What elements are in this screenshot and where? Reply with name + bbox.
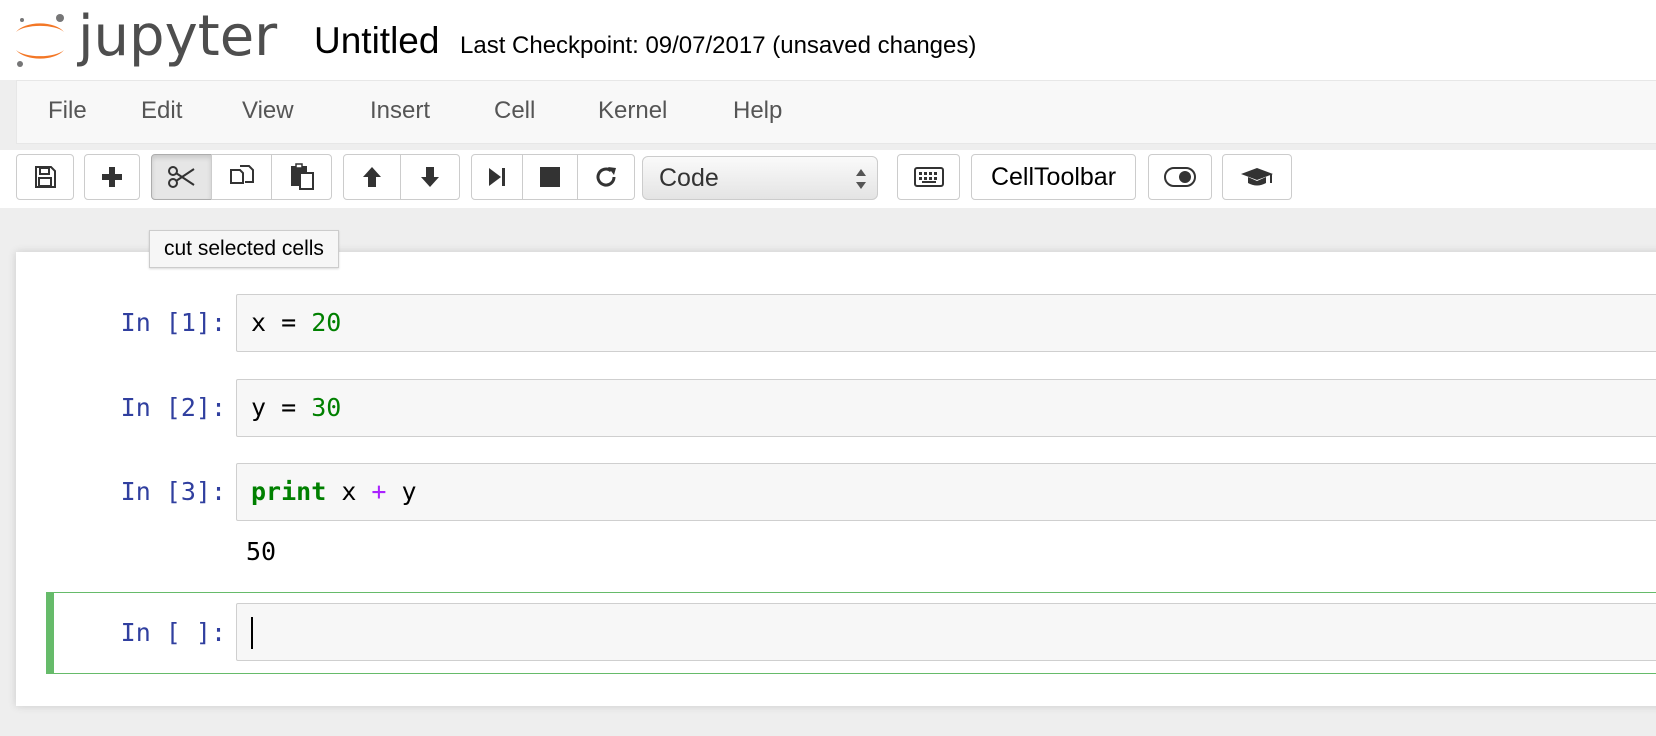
move-up-button[interactable] xyxy=(343,154,401,200)
celltoolbar-button[interactable]: CellToolbar xyxy=(971,154,1136,200)
code-input[interactable]: x = 20 xyxy=(236,294,1656,352)
toolbar: Code CellToolbar xyxy=(0,150,1656,208)
save-button[interactable] xyxy=(16,154,74,200)
jupyter-logo-icon xyxy=(16,14,64,67)
text-cursor xyxy=(251,617,253,649)
stop-icon xyxy=(540,167,560,187)
code-token: x xyxy=(326,477,372,506)
save-icon xyxy=(35,166,56,188)
code-token: 20 xyxy=(311,308,342,337)
step-forward-icon xyxy=(489,168,505,186)
jupyter-logo-text: jupyter xyxy=(78,4,278,69)
menubar: File Edit View Insert Cell Kernel Help xyxy=(16,80,1656,144)
cell-type-select[interactable]: Code xyxy=(642,156,878,200)
menu-edit[interactable]: Edit xyxy=(141,97,182,125)
menu-cell[interactable]: Cell xyxy=(494,97,535,125)
paste-button[interactable] xyxy=(271,154,332,200)
move-down-button[interactable] xyxy=(400,154,460,200)
copy-icon xyxy=(229,165,254,184)
notebook-title[interactable]: Untitled xyxy=(314,20,439,62)
toggle-button[interactable] xyxy=(1148,154,1212,200)
code-token: print xyxy=(251,477,327,506)
code-token: y xyxy=(386,477,417,506)
scissors-icon xyxy=(167,166,195,188)
notebook-header: jupyter Untitled Last Checkpoint: 09/07/… xyxy=(0,0,1656,80)
paste-icon xyxy=(290,163,314,190)
code-token: = xyxy=(266,308,312,337)
input-prompt: In [3]: xyxy=(120,477,226,506)
nbgrader-button[interactable] xyxy=(1222,154,1292,200)
select-arrows-icon xyxy=(856,169,866,189)
cut-button[interactable] xyxy=(151,154,212,200)
restart-kernel-button[interactable] xyxy=(577,154,635,200)
command-palette-button[interactable] xyxy=(897,154,960,200)
code-token: = xyxy=(266,393,312,422)
code-token: x xyxy=(251,308,267,337)
refresh-icon xyxy=(596,167,616,187)
copy-button[interactable] xyxy=(211,154,272,200)
menu-view[interactable]: View xyxy=(242,97,294,125)
code-input-active[interactable] xyxy=(236,603,1656,661)
arrow-up-icon xyxy=(363,167,381,187)
notebook-container: In [1]: x = 20 In [2]: y = 30 In [3]: pr… xyxy=(16,252,1656,706)
cell-output: 50 xyxy=(246,537,277,566)
menu-kernel[interactable]: Kernel xyxy=(598,97,667,125)
plus-icon xyxy=(102,167,122,187)
menu-file[interactable]: File xyxy=(48,97,87,125)
input-prompt: In [1]: xyxy=(120,308,226,337)
toggle-icon xyxy=(1164,167,1196,187)
run-button[interactable] xyxy=(471,154,523,200)
checkpoint-status: Last Checkpoint: 09/07/2017 (unsaved cha… xyxy=(460,32,977,59)
menu-help[interactable]: Help xyxy=(733,97,782,125)
code-token: 30 xyxy=(311,393,342,422)
menu-insert[interactable]: Insert xyxy=(370,97,430,125)
interrupt-kernel-button[interactable] xyxy=(522,154,578,200)
cell-type-value: Code xyxy=(659,164,719,192)
keyboard-icon xyxy=(913,167,944,187)
arrow-down-icon xyxy=(421,167,439,187)
code-token: y xyxy=(251,393,267,422)
code-token: + xyxy=(371,477,387,506)
code-input[interactable]: y = 30 xyxy=(236,379,1656,437)
jupyter-logo[interactable]: jupyter xyxy=(12,4,282,70)
insert-cell-button[interactable] xyxy=(84,154,140,200)
tooltip-cut: cut selected cells xyxy=(149,230,339,268)
input-prompt: In [ ]: xyxy=(120,618,226,647)
graduation-cap-icon xyxy=(1241,168,1273,186)
code-input[interactable]: print x + y xyxy=(236,463,1656,521)
celltoolbar-label: CellToolbar xyxy=(990,162,1117,191)
input-prompt: In [2]: xyxy=(120,393,226,422)
